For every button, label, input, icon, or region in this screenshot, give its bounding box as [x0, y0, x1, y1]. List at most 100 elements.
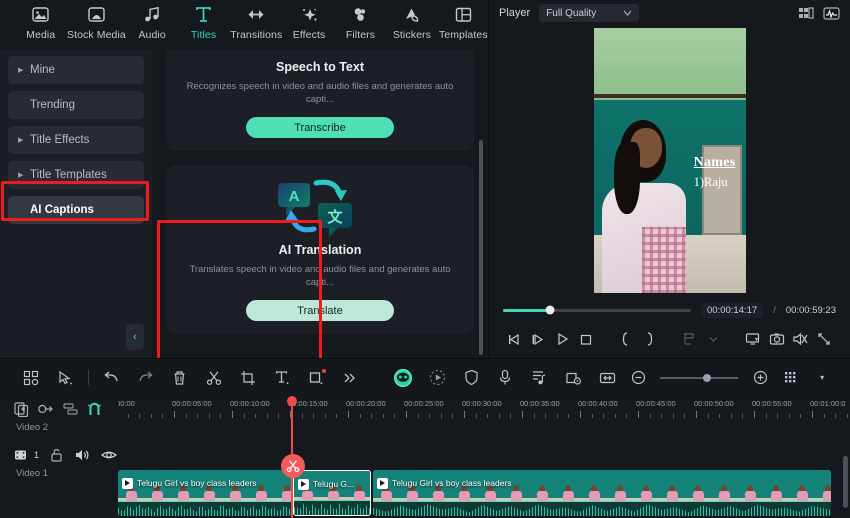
mask-button[interactable]	[299, 363, 333, 393]
lock-icon[interactable]	[50, 448, 63, 463]
next-frame-button[interactable]	[527, 326, 551, 352]
more-tools-button[interactable]	[333, 363, 367, 393]
text-button[interactable]	[265, 363, 299, 393]
mute-button[interactable]	[789, 326, 813, 352]
ruler-tick	[243, 414, 245, 418]
redo-button[interactable]	[129, 363, 163, 393]
track-row-video1[interactable]: Telugu Girl vs boy class leaders Telugu G…	[118, 468, 850, 518]
undo-button[interactable]	[95, 363, 129, 393]
audio-icon	[143, 4, 162, 26]
play-button[interactable]	[551, 326, 575, 352]
ai-assistant-button[interactable]	[387, 363, 421, 393]
zoom-out-button[interactable]	[624, 363, 652, 393]
zoom-slider-handle[interactable]	[702, 373, 711, 382]
beat-detect-button[interactable]	[522, 363, 556, 393]
split-at-playhead-button[interactable]	[281, 454, 305, 478]
audio-icon[interactable]	[74, 448, 90, 462]
marker-button[interactable]	[678, 326, 702, 352]
ruler-label: 00:00:35:00	[520, 399, 560, 408]
mark-in-button[interactable]	[614, 326, 638, 352]
sidebar-item-mine[interactable]: ▶ Mine	[8, 56, 144, 84]
clip-play-icon	[122, 477, 133, 489]
render-dropdown-button[interactable]: ▾	[808, 363, 836, 393]
split-button[interactable]	[197, 363, 231, 393]
sidebar-item-title-templates[interactable]: ▶ Title Templates	[8, 161, 144, 189]
tab-audio[interactable]: Audio	[127, 0, 176, 41]
chevron-down-icon	[623, 10, 632, 16]
waveform-icon[interactable]	[823, 6, 840, 21]
link-icon[interactable]	[38, 402, 54, 416]
screenshot-button[interactable]	[765, 326, 789, 352]
tab-transitions[interactable]: Transitions	[230, 0, 282, 41]
transcribe-button[interactable]: Transcribe	[246, 117, 394, 138]
add-track-icon[interactable]	[14, 401, 29, 417]
cards-scrollbar[interactable]	[479, 140, 483, 355]
main-tabbar: Media Stock Media Audio Titles Transitions Ef…	[0, 0, 488, 50]
film-icon[interactable]	[14, 448, 29, 462]
fullscreen-button[interactable]	[812, 326, 836, 352]
delete-button[interactable]	[163, 363, 197, 393]
player-panel: Player Full Quality Names 1)Raju 00:00:1…	[488, 0, 850, 358]
marker-dropdown-button[interactable]	[701, 326, 725, 352]
render-grid-button[interactable]	[774, 363, 808, 393]
crop-button[interactable]	[231, 363, 265, 393]
video-preview[interactable]: Names 1)Raju	[489, 26, 850, 296]
ai-translation-card[interactable]: A 文 AI Translation Translates speech in …	[166, 165, 474, 334]
timeline-ruler[interactable]: :00:00 00:00:05:00 00:00:10:00 00:00:15:00 0…	[114, 396, 850, 422]
ruler-tick	[812, 411, 813, 418]
mark-out-button[interactable]	[638, 326, 662, 352]
tab-label: Templates	[438, 29, 488, 41]
tab-titles[interactable]: Titles	[179, 0, 228, 41]
seek-bar[interactable]	[503, 305, 691, 315]
track-row-video2[interactable]	[118, 422, 850, 468]
ruler-tick	[730, 414, 732, 418]
grid-layout-icon[interactable]	[798, 6, 814, 20]
quality-select[interactable]: Full Quality	[539, 4, 640, 22]
tab-stickers[interactable]: Stickers	[387, 0, 436, 41]
tab-stock-media[interactable]: Stock Media	[67, 0, 126, 41]
magnet-icon[interactable]	[87, 402, 102, 417]
tab-label: Filters	[345, 29, 376, 41]
auto-highlight-button[interactable]	[420, 363, 454, 393]
tab-filters[interactable]: Filters	[336, 0, 385, 41]
toolbar-divider	[87, 370, 89, 385]
ruler-tick	[603, 414, 605, 418]
ruler-tick	[661, 414, 663, 418]
tab-effects[interactable]: Effects	[284, 0, 333, 41]
timeline-clip[interactable]: Telugu Girl vs boy class leaders	[118, 470, 291, 516]
edit-toolbar: ▾	[0, 358, 850, 396]
green-screen-button[interactable]	[556, 363, 590, 393]
sidebar-item-ai-captions[interactable]: AI Captions	[8, 196, 144, 224]
sidebar-item-label: Title Templates	[30, 169, 107, 181]
tab-templates[interactable]: Templates	[439, 0, 488, 41]
translate-button[interactable]: Translate	[246, 300, 394, 321]
stop-button[interactable]	[574, 326, 598, 352]
seek-handle[interactable]	[545, 305, 555, 315]
merge-icon[interactable]	[63, 402, 78, 416]
clip-waveform	[294, 500, 370, 515]
timeline-tracks: Telugu Girl vs boy class leaders Telugu G…	[118, 422, 850, 518]
prev-frame-button[interactable]	[503, 326, 527, 352]
cast-screen-button[interactable]	[741, 326, 765, 352]
timeline-scrollbar[interactable]	[843, 456, 848, 508]
ruler-tick	[336, 414, 338, 418]
timeline-zoom-slider[interactable]	[624, 363, 774, 393]
collapse-sidebar-button[interactable]: ‹	[126, 324, 144, 350]
timeline-clip[interactable]: Telugu G...	[293, 470, 371, 516]
shield-button[interactable]	[454, 363, 488, 393]
select-tool-button[interactable]	[48, 363, 82, 393]
eye-icon[interactable]	[101, 449, 117, 461]
record-voice-button[interactable]	[488, 363, 522, 393]
timeline-clip[interactable]: Telugu Girl vs boy class leaders	[373, 470, 831, 516]
ruler-label: 00:00:55:00	[752, 399, 792, 408]
sidebar-item-title-effects[interactable]: ▶ Title Effects	[8, 126, 144, 154]
chevron-right-icon: ▶	[18, 171, 24, 179]
speech-to-text-card[interactable]: Speech to Text Recognizes speech in vide…	[166, 50, 474, 151]
zoom-slider-track[interactable]	[660, 373, 739, 382]
apps-grid-button[interactable]	[14, 363, 48, 393]
clip-label-row: Telugu G...	[294, 477, 370, 491]
zoom-in-button[interactable]	[746, 363, 774, 393]
sidebar-item-trending[interactable]: Trending	[8, 91, 144, 119]
fit-timeline-button[interactable]	[590, 363, 624, 393]
tab-media[interactable]: Media	[16, 0, 65, 41]
